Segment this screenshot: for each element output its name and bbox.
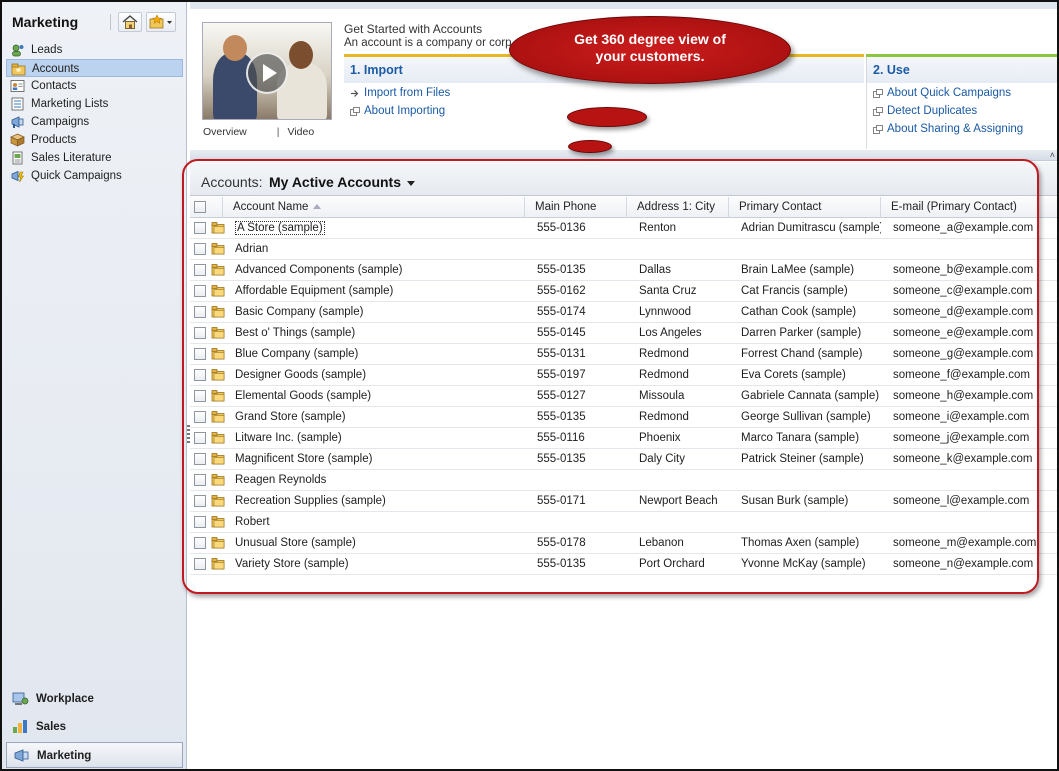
nav-item-label: Accounts [32,63,80,75]
import-heading: 1. Import [350,63,403,77]
detect-duplicates-link[interactable]: Detect Duplicates [873,105,977,117]
callout-bubble-tail [567,107,647,127]
video-person-left-head [223,35,247,61]
left-navigation: Marketing Leads Accounts Contacts Market… [2,2,187,769]
overview-link[interactable]: Overview [203,126,247,138]
nav-item-label: Quick Campaigns [31,170,122,182]
sitemap-area-list: Leads Accounts Contacts Marketing Lists … [6,41,183,185]
new-window-icon [873,107,883,116]
play-button[interactable] [246,52,288,94]
new-window-icon [873,125,883,134]
nav-item-products[interactable]: Products [6,131,183,149]
contacts-icon [10,80,25,92]
nav-item-label: Sales Literature [31,152,112,164]
workspace-label: Marketing [37,750,92,762]
nav-header: Marketing [2,10,187,34]
get-started-title: Get Started with Accounts [344,22,483,36]
sales-literature-icon [12,151,23,165]
nav-item-label: Campaigns [31,116,90,128]
workspace-label: Sales [36,721,67,733]
nav-item-campaigns[interactable]: Campaigns [6,113,183,131]
leads-icon [12,44,24,57]
video-link[interactable]: Video [288,126,315,138]
new-window-icon [873,89,883,98]
callout-line-2: your customers. [595,48,705,64]
top-strip [190,2,1057,9]
chevron-up-icon[interactable]: ˄ [1050,150,1055,160]
video-links: Overview | Video [203,126,314,138]
about-quick-campaigns-link[interactable]: About Quick Campaigns [873,87,1011,99]
about-sharing-assigning-link[interactable]: About Sharing & Assigning [873,123,1023,135]
workspace-switcher: Workplace Sales Marketing [6,686,183,769]
get-started-description: An account is a company or corp [344,37,512,49]
nav-title: Marketing [12,14,79,30]
about-importing-link[interactable]: About Importing [350,105,445,117]
use-heading: 2. Use [873,63,910,77]
new-window-icon [350,107,360,116]
link-label: Import from Files [364,87,451,99]
marketing-icon [14,749,29,762]
home-icon [122,15,138,29]
nav-item-label: Marketing Lists [31,98,109,110]
link-label: About Sharing & Assigning [887,123,1024,135]
highlight-annotation-border [182,159,1039,594]
workspace-sales[interactable]: Sales [6,714,183,740]
section-divider [866,83,867,149]
accounts-icon [11,63,26,76]
nav-item-contacts[interactable]: Contacts [6,77,183,95]
link-label: Detect Duplicates [887,105,978,117]
get-started-video-thumbnail[interactable] [202,22,332,120]
link-label: About Quick Campaigns [887,87,1012,99]
nav-header-divider [110,14,111,30]
link-label: About Importing [364,105,446,117]
nav-item-leads[interactable]: Leads [6,41,183,59]
callout-annotation: Get 360 degree view of your customers. [509,16,791,84]
callout-line-1: Get 360 degree view of [574,31,726,47]
app-window: Marketing Leads Accounts Contacts Market… [0,0,1059,771]
callout-bubble-tail-small [568,140,612,153]
video-links-separator: | [276,126,280,138]
products-icon [10,133,25,147]
campaigns-icon [11,116,24,128]
nav-item-label: Leads [31,44,63,56]
use-section-header: 2. Use [866,57,1057,83]
quick-campaigns-icon [11,170,25,183]
home-button[interactable] [118,12,142,32]
star-folder-icon [149,14,172,29]
workspace-marketing[interactable]: Marketing [6,742,183,768]
nav-item-label: Contacts [31,80,77,92]
video-person-right-head [289,41,313,69]
nav-item-sales-literature[interactable]: Sales Literature [6,149,183,167]
workplace-icon [12,692,29,705]
nav-item-accounts[interactable]: Accounts [6,59,183,77]
nav-item-label: Products [31,134,77,146]
workspace-workplace[interactable]: Workplace [6,686,183,712]
sales-icon [13,720,27,733]
nav-item-quick-campaigns[interactable]: Quick Campaigns [6,167,183,185]
arrow-right-icon [351,90,359,97]
marketing-lists-icon [11,97,24,111]
favorites-button[interactable] [146,12,176,32]
import-from-files-link[interactable]: Import from Files [350,87,450,99]
nav-item-marketing-lists[interactable]: Marketing Lists [6,95,183,113]
workspace-label: Workplace [36,693,94,705]
